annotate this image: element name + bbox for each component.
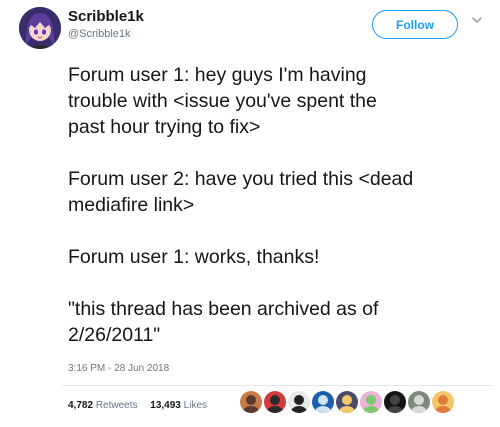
retweets-count: 4,782 [68,400,94,411]
retweets-label: Retweets [95,400,138,411]
tweet-text-line: Forum user 1: hey guys I'm having [68,64,367,86]
tweet-timestamp[interactable]: 3:16 PM - 28 Jun 2018 [68,363,169,374]
liker-avatar-8[interactable] [408,391,430,413]
tweet-text-line: past hour trying to fix> [68,116,261,138]
liker-avatar-1[interactable] [240,391,262,413]
tweet-text-line: Forum user 2: have you tried this <dead [68,168,414,190]
tweet-card: Scribble1k @Scribble1k Follow Forum user… [0,0,500,427]
user-handle[interactable]: @Scribble1k [68,28,131,40]
chevron-down-icon[interactable] [470,13,484,27]
liker-avatar-9[interactable] [432,391,454,413]
liker-avatar-4[interactable] [312,391,334,413]
tweet-text-line: trouble with <issue you've spent the [68,90,377,112]
liker-avatar-7[interactable] [384,391,406,413]
retweets-stat[interactable]: 4,782 Retweets [68,400,138,411]
follow-button[interactable]: Follow [372,10,458,39]
likes-count: 13,493 [150,400,181,411]
tweet-text-line: Forum user 1: works, thanks! [68,246,320,268]
tweet-stats: 4,782 Retweets 13,493 Likes [68,400,217,411]
divider [62,385,492,386]
tweet-text-line: "this thread has been archived as of [68,298,379,320]
tweet-text-line: 2/26/2011" [68,324,161,346]
liker-avatar-2[interactable] [264,391,286,413]
display-name[interactable]: Scribble1k [68,8,144,25]
liker-avatar-3[interactable] [288,391,310,413]
user-avatar[interactable] [19,7,61,49]
liker-avatar-5[interactable] [336,391,358,413]
likes-stat[interactable]: 13,493 Likes [150,400,207,411]
tweet-text-line: mediafire link> [68,194,195,216]
likes-label: Likes [183,400,208,411]
liker-avatar-6[interactable] [360,391,382,413]
liker-avatars [240,391,456,415]
